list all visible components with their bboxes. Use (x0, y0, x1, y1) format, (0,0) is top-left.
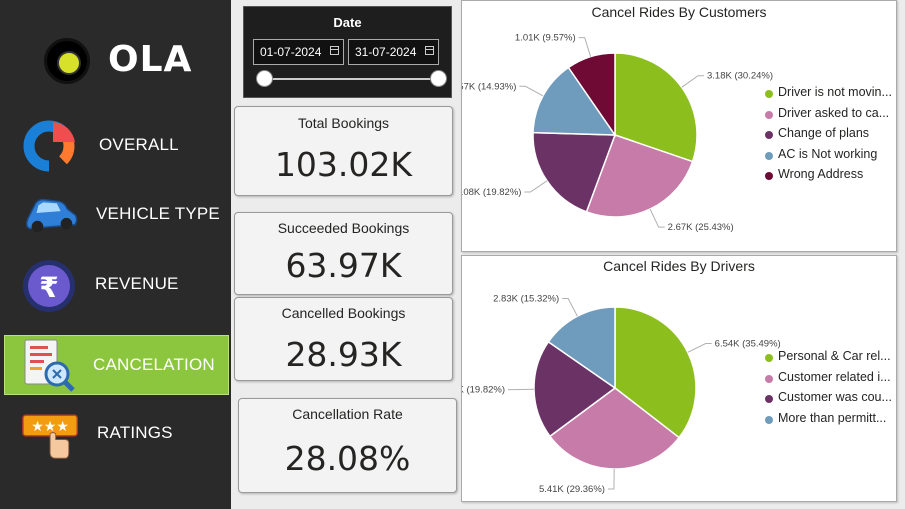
nav-item-vehicle-type[interactable]: VEHICLE TYPE (4, 184, 229, 244)
pie-leader-line (562, 298, 578, 317)
calendar-icon[interactable] (330, 46, 339, 55)
kpi-label: Succeeded Bookings (277, 220, 410, 236)
svg-text:★★★: ★★★ (31, 419, 69, 435)
legend-swatch (765, 415, 773, 424)
legend-swatch (765, 354, 773, 362)
pie-leader-line (681, 75, 705, 88)
legend-label: Driver asked to ca... (778, 105, 890, 120)
sidebar: OLA OVERALL VEHICLE TYPE ₹ REVENUE CANCE… (0, 0, 231, 509)
nav-item-revenue[interactable]: ₹ REVENUE (4, 254, 229, 314)
brand-name: OLA (108, 39, 193, 80)
legend-swatch (765, 151, 773, 160)
svg-text:₹: ₹ (39, 271, 58, 304)
kpi-card-total-bookings: Total Bookings 103.02K (234, 106, 453, 196)
car-icon (22, 185, 80, 243)
overall-donut-icon (22, 116, 80, 174)
legend-label: Personal & Car rel... (778, 349, 891, 363)
pie-data-label: 2.08K (19.82%) (462, 187, 521, 198)
kpi-card-succeeded-bookings: Succeeded Bookings 63.97K (234, 212, 453, 295)
legend-label: More than permitt... (778, 410, 887, 425)
legend-swatch (765, 110, 773, 119)
start-date-value: 01-07-2024 (260, 45, 322, 59)
kpi-label: Cancelled Bookings (281, 305, 406, 321)
pie-leader-line (649, 208, 665, 228)
legend-swatch (765, 90, 773, 98)
nav-label-revenue: REVENUE (95, 274, 179, 293)
kpi-card-cancellation-rate: Cancellation Rate 28.08% (238, 398, 457, 493)
date-range-end-handle[interactable] (430, 70, 447, 87)
nav-item-overall[interactable]: OVERALL (4, 115, 229, 175)
legend-swatch (765, 374, 773, 383)
pie-leader-line (578, 37, 592, 57)
nav-label-cancelation: CANCELATION (93, 355, 215, 374)
nav-item-cancelation[interactable]: CANCELATION (4, 335, 229, 395)
nav-item-ratings[interactable]: ★★★ RATINGS (4, 403, 229, 463)
pie-leader-line (519, 85, 544, 97)
legend-swatch (765, 131, 773, 139)
ola-logo: OLA (44, 36, 214, 86)
pie-data-label: 1.01K (9.57%) (515, 33, 576, 44)
nav-label-overall: OVERALL (99, 135, 179, 154)
start-date-input[interactable]: 01-07-2024 (253, 39, 344, 65)
kpi-value: 103.02K (274, 145, 413, 184)
document-magnifier-icon (19, 336, 77, 394)
kpi-card-cancelled-bookings: Cancelled Bookings 28.93K (234, 297, 453, 381)
date-range-start-handle[interactable] (256, 70, 273, 87)
chart-panel-customers: Cancel Rides By Customers 3.18K (30.24%)… (461, 0, 897, 252)
legend-label: Wrong Address (778, 167, 864, 181)
kpi-value: 28.08% (284, 439, 411, 478)
pie-data-label: 2.83K (15.32%) (493, 294, 559, 305)
end-date-input[interactable]: 31-07-2024 (348, 39, 439, 65)
legend-label: Driver is not movin... (778, 85, 892, 99)
kpi-value: 63.97K (285, 246, 402, 285)
pie-data-label: 3.65K (19.82%) (462, 385, 505, 396)
kpi-value: 28.93K (285, 335, 402, 374)
rupee-icon: ₹ (22, 255, 80, 313)
legend-label: Change of plans (778, 126, 870, 140)
legend-swatch (765, 172, 773, 180)
kpi-label: Cancellation Rate (292, 406, 403, 422)
pie-data-label: 2.67K (25.43%) (668, 222, 734, 233)
ola-logo-icon (44, 38, 90, 84)
pie-data-label: 3.18K (30.24%) (707, 71, 773, 82)
pie-data-label: 1.57K (14.93%) (462, 81, 516, 92)
date-range-slider-track[interactable] (265, 78, 440, 80)
kpi-label: Total Bookings (297, 115, 390, 131)
legend-label: Customer related i... (778, 369, 891, 384)
date-slicer-title: Date (333, 15, 362, 30)
legend-swatch (765, 395, 773, 403)
pie-leader-line (687, 343, 712, 353)
pie-leader-line (524, 180, 548, 193)
nav-label-ratings: RATINGS (97, 423, 173, 442)
pie-data-label: 6.54K (35.49%) (715, 339, 781, 350)
nav-label-vehicle-type: VEHICLE TYPE (96, 204, 220, 223)
chart-panel-drivers: Cancel Rides By Drivers 6.54K (35.49%) 5.… (461, 255, 897, 502)
legend-label: Customer was cou... (778, 390, 892, 404)
date-slicer: Date 01-07-2024 31-07-2024 (243, 6, 452, 98)
end-date-value: 31-07-2024 (355, 45, 417, 59)
pie-leader-line (607, 468, 615, 490)
star-rating-icon: ★★★ (22, 404, 80, 462)
pie-data-label: 5.41K (29.36%) (539, 484, 605, 495)
legend-label: AC is Not working (778, 146, 878, 161)
calendar-icon[interactable] (425, 46, 434, 55)
